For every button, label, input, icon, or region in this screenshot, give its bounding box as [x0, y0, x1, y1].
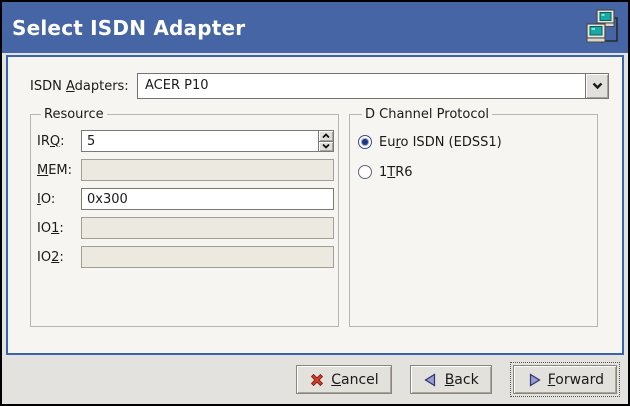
cancel-button-label: Cancel — [331, 372, 378, 388]
mem-label: MEM: — [37, 163, 81, 178]
irq-input[interactable] — [82, 131, 318, 151]
dchannel-group-caption: D Channel Protocol — [362, 107, 492, 122]
forward-button-label: Forward — [548, 372, 604, 388]
forward-button[interactable]: Forward — [513, 365, 617, 394]
irq-label: IRQ: — [37, 134, 81, 149]
io2-label: IO2: — [37, 250, 81, 265]
radio-euro-isdn-label: Euro ISDN (EDSS1) — [379, 135, 502, 150]
spin-down-icon[interactable] — [319, 141, 333, 152]
mem-field — [81, 159, 334, 181]
io-input[interactable] — [82, 189, 333, 209]
mem-input — [82, 160, 333, 180]
resource-group-caption: Resource — [41, 107, 107, 122]
select-isdn-adapter-dialog: Select ISDN Adapter ISDN Adapters: — [0, 0, 630, 406]
io-field — [81, 188, 334, 210]
button-bar: Cancel Back Forward — [2, 355, 628, 404]
adapter-label: ISDN Adapters: — [30, 79, 137, 94]
io1-field — [81, 217, 334, 239]
io2-field — [81, 246, 334, 268]
back-button[interactable]: Back — [410, 365, 492, 394]
content-panel: ISDN Adapters: ACER P10 Resource IRQ: — [6, 55, 624, 355]
dchannel-protocol-group: D Channel Protocol Euro ISDN (EDSS1) 1TR… — [349, 107, 598, 327]
irq-spinbox — [81, 130, 334, 152]
back-button-label: Back — [445, 372, 479, 388]
io2-input — [82, 247, 333, 267]
network-computers-icon — [584, 9, 620, 47]
cancel-button[interactable]: Cancel — [296, 365, 391, 394]
io1-label: IO1: — [37, 221, 81, 236]
radio-selected-icon[interactable] — [358, 135, 372, 149]
dialog-header: Select ISDN Adapter — [2, 2, 628, 53]
chevron-down-icon[interactable] — [585, 74, 608, 98]
page-title: Select ISDN Adapter — [12, 16, 245, 40]
io-label: IO: — [37, 192, 81, 207]
io2-row: IO2: — [37, 246, 334, 268]
mem-row: MEM: — [37, 159, 334, 181]
radio-unselected-icon[interactable] — [358, 165, 372, 179]
resource-group: Resource IRQ: — [30, 107, 339, 327]
isdn-adapter-combobox[interactable]: ACER P10 — [137, 73, 609, 99]
radio-euro-isdn[interactable]: Euro ISDN (EDSS1) — [358, 132, 593, 152]
combobox-selected-value: ACER P10 — [138, 74, 585, 98]
io1-input — [82, 218, 333, 238]
irq-spin-buttons — [318, 131, 333, 151]
irq-row: IRQ: — [37, 130, 334, 152]
io1-row: IO1: — [37, 217, 334, 239]
radio-1tr6[interactable]: 1TR6 — [358, 162, 593, 182]
arrow-right-icon — [526, 372, 542, 388]
groups-row: Resource IRQ: — [30, 107, 609, 327]
radio-1tr6-label: 1TR6 — [379, 165, 413, 180]
io-row: IO: — [37, 188, 334, 210]
forward-button-focus-ring: Forward — [510, 362, 620, 397]
arrow-left-icon — [423, 372, 439, 388]
spin-up-icon[interactable] — [319, 131, 333, 141]
adapter-row: ISDN Adapters: ACER P10 — [30, 73, 609, 99]
cancel-x-icon — [309, 372, 325, 388]
